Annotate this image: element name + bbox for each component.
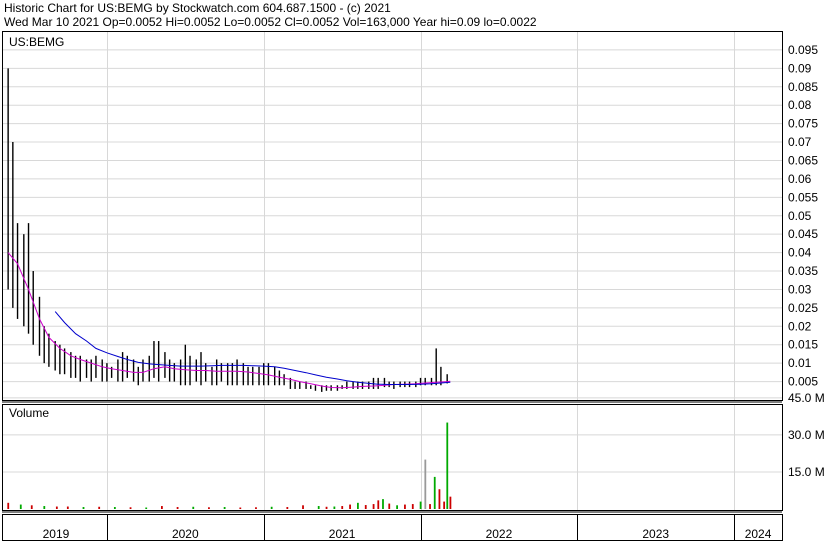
- volume-bar: [176, 507, 179, 509]
- short-moving-average-line: [7, 252, 451, 389]
- volume-bar: [317, 506, 320, 509]
- volume-bar: [270, 506, 273, 509]
- volume-bar: [388, 503, 391, 509]
- volume-bar: [341, 506, 344, 509]
- price-tick-label: 0.085: [788, 80, 818, 94]
- price-tick-label: 0.025: [788, 301, 818, 315]
- year-label: 2023: [642, 527, 669, 541]
- stock-chart: 0.095 0.09 0.085 0.08 0.075 0.07 0.065 0.06 0.05…: [2, 31, 825, 541]
- price-tick-label: 0.045: [788, 227, 818, 241]
- price-tick-label: 0.015: [788, 338, 818, 352]
- volume-bar: [129, 507, 132, 509]
- volume-bar: [424, 459, 427, 509]
- volume-bars: [7, 422, 452, 509]
- price-tick-label: 0.055: [788, 190, 818, 204]
- volume-bar: [161, 506, 163, 509]
- price-tick-label: 0.09: [788, 61, 812, 75]
- price-tick-label: 0.08: [788, 98, 812, 112]
- volume-bar: [372, 504, 375, 509]
- grid-lines: [2, 31, 782, 510]
- volume-bar: [223, 507, 226, 509]
- volume-bar: [239, 507, 242, 509]
- volume-bar: [255, 507, 257, 509]
- price-tick-label: 0.035: [788, 264, 818, 278]
- price-tick-label: 0.07: [788, 135, 812, 149]
- volume-bar: [55, 506, 58, 509]
- volume-bar: [19, 504, 22, 509]
- volume-bar: [145, 507, 148, 509]
- volume-bar: [446, 422, 449, 509]
- volume-bar: [449, 496, 452, 509]
- volume-bar: [333, 506, 336, 509]
- volume-bar: [208, 507, 210, 509]
- volume-tick-label: 45.0 M: [788, 391, 825, 405]
- volume-bar: [433, 476, 436, 509]
- price-tick-label: 0.05: [788, 209, 812, 223]
- price-tick-label: 0.095: [788, 43, 818, 57]
- volume-bar: [113, 507, 116, 509]
- volume-bar: [325, 506, 328, 509]
- price-tick-label: 0.03: [788, 282, 812, 296]
- volume-bar: [7, 502, 10, 509]
- volume-bar: [419, 501, 422, 509]
- volume-bar: [364, 505, 367, 509]
- price-tick-label: 0.04: [788, 246, 812, 260]
- volume-bar: [30, 505, 33, 509]
- volume-tick-label: 30.0 M: [788, 428, 825, 442]
- year-label: 2021: [329, 527, 356, 541]
- year-label: 2020: [172, 527, 199, 541]
- volume-bar: [396, 505, 398, 509]
- volume-tick-label: 15.0 M: [788, 465, 825, 479]
- volume-bar: [411, 504, 414, 509]
- volume-panel-title: Volume: [9, 406, 49, 420]
- volume-bar: [443, 501, 446, 509]
- year-label: 2019: [43, 527, 70, 541]
- price-tick-label: 0.005: [788, 375, 818, 389]
- volume-bar: [98, 506, 101, 509]
- volume-bar: [382, 499, 384, 509]
- year-label: 2022: [486, 527, 513, 541]
- volume-bar: [349, 504, 351, 509]
- volume-bar: [43, 506, 46, 509]
- volume-bar: [404, 504, 406, 509]
- year-label: 2024: [745, 527, 772, 541]
- volume-bar: [286, 507, 289, 509]
- price-series: [7, 68, 451, 392]
- price-tick-label: 0.065: [788, 153, 818, 167]
- volume-bar: [302, 505, 304, 509]
- axis-labels: 0.095 0.09 0.085 0.08 0.075 0.07 0.065 0.06 0.05…: [43, 43, 825, 541]
- panel-frames: [2, 31, 783, 541]
- price-tick-label: 0.075: [788, 117, 818, 131]
- volume-bar: [429, 504, 431, 509]
- volume-bar: [377, 500, 380, 509]
- volume-bar: [66, 506, 69, 509]
- volume-bar: [357, 502, 359, 509]
- price-tick-label: 0.06: [788, 172, 812, 186]
- volume-bar: [192, 506, 195, 509]
- price-tick-label: 0.02: [788, 319, 812, 333]
- volume-panel-frame: [2, 404, 783, 511]
- price-panel-title: US:BEMG: [9, 35, 64, 49]
- price-tick-label: 0.01: [788, 356, 812, 370]
- volume-bar: [82, 507, 85, 509]
- volume-bar: [438, 489, 441, 509]
